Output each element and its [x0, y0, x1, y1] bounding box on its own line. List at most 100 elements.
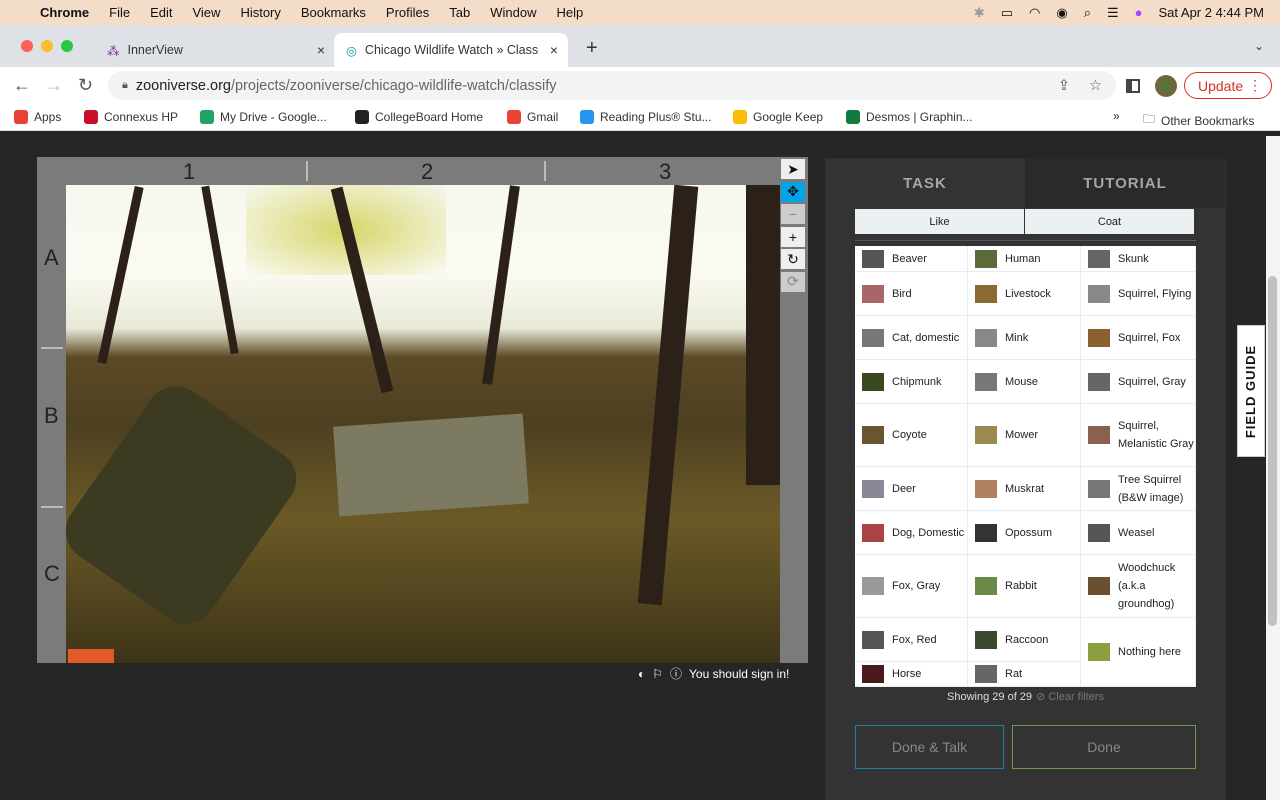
species-option[interactable]: Muskrat — [968, 467, 1081, 511]
clock[interactable]: Sat Apr 2 4:44 PM — [1158, 5, 1264, 20]
profile-avatar[interactable] — [1155, 74, 1177, 97]
species-option[interactable]: Beaver — [855, 246, 968, 272]
filter-like-button[interactable]: Like — [855, 209, 1025, 234]
species-option[interactable]: Chipmunk — [855, 360, 968, 404]
species-option[interactable]: Skunk — [1081, 246, 1196, 272]
clear-filters-link[interactable]: ⊘ Clear filters — [1036, 691, 1104, 703]
bookmark-item[interactable]: Google Keep — [733, 110, 823, 124]
side-panel-icon[interactable] — [1126, 78, 1140, 93]
search-icon[interactable]: ⌕ — [1084, 5, 1091, 21]
field-guide-tab[interactable]: FIELD GUIDE — [1237, 325, 1265, 457]
species-option[interactable]: Mink — [968, 316, 1081, 360]
minimize-window-button[interactable] — [41, 40, 53, 52]
species-option[interactable]: Fox, Gray — [855, 555, 968, 618]
species-option[interactable]: Horse — [855, 662, 968, 687]
done-button[interactable]: Done — [1012, 725, 1196, 769]
siri-icon[interactable]: ● — [1135, 5, 1143, 20]
menu-edit[interactable]: Edit — [150, 5, 172, 20]
species-option[interactable]: Mouse — [968, 360, 1081, 404]
done-and-talk-button[interactable]: Done & Talk — [855, 725, 1004, 769]
menu-help[interactable]: Help — [557, 5, 584, 20]
species-option[interactable]: Deer — [855, 467, 968, 511]
species-option[interactable]: Rabbit — [968, 555, 1081, 618]
species-thumbnail — [862, 665, 884, 683]
species-option[interactable]: Dog, Domestic — [855, 511, 968, 555]
species-option[interactable]: Rat — [968, 662, 1081, 687]
address-bar[interactable]: 🔒︎ zooniverse.org/projects/zooniverse/ch… — [108, 71, 1116, 100]
subject-viewer[interactable]: 1 2 3 A B C ➤ ✥ − + ↻ ⟳ — [37, 157, 808, 663]
zoom-in-icon[interactable]: + — [781, 226, 805, 247]
bookmark-item[interactable]: CollegeBoard Home — [355, 110, 483, 124]
species-option[interactable]: Squirrel, Melanistic Gray — [1081, 404, 1196, 467]
tab-tutorial[interactable]: TUTORIAL — [1025, 158, 1225, 208]
species-option[interactable]: Nothing here — [1081, 618, 1196, 687]
species-option[interactable]: Coyote — [855, 404, 968, 467]
species-option[interactable]: Livestock — [968, 272, 1081, 316]
scrollbar-thumb[interactable] — [1268, 276, 1277, 626]
bookmark-item[interactable]: Connexus HP — [84, 110, 178, 124]
species-option[interactable]: Cat, domestic — [855, 316, 968, 360]
species-option[interactable]: Opossum — [968, 511, 1081, 555]
menu-tab[interactable]: Tab — [449, 5, 470, 20]
species-option[interactable]: Bird — [855, 272, 968, 316]
back-icon[interactable]: ← — [13, 75, 31, 96]
menu-history[interactable]: History — [240, 5, 280, 20]
control-center-icon[interactable]: ☰ — [1107, 5, 1119, 21]
zoom-out-icon[interactable]: − — [781, 204, 805, 224]
bookmark-item[interactable]: My Drive - Google... — [200, 110, 327, 124]
species-option[interactable]: Fox, Red — [855, 618, 968, 662]
menu-bookmarks[interactable]: Bookmarks — [301, 5, 366, 20]
species-label: Woodchuck (a.k.a groundhog) — [1118, 562, 1176, 610]
species-option[interactable]: Squirrel, Fox — [1081, 316, 1196, 360]
species-option[interactable]: Weasel — [1081, 511, 1196, 555]
bluetooth-icon[interactable]: ✱ — [974, 5, 985, 21]
forward-icon[interactable]: → — [45, 75, 63, 96]
tab-search-chevron-icon[interactable]: ⌄ — [1254, 39, 1264, 53]
bookmark-star-icon[interactable]: ☆ — [1089, 78, 1102, 94]
new-tab-button[interactable]: + — [586, 37, 598, 60]
wifi-icon[interactable]: ◠ — [1029, 5, 1040, 21]
menu-profiles[interactable]: Profiles — [386, 5, 429, 20]
species-option[interactable]: Mower — [968, 404, 1081, 467]
sign-in-message[interactable]: You should sign in! — [689, 667, 789, 681]
close-tab-icon[interactable]: × — [317, 42, 325, 58]
more-menu-icon[interactable]: ⋮ — [1248, 77, 1262, 94]
rotate-icon[interactable]: ↻ — [781, 249, 805, 269]
menu-app[interactable]: Chrome — [40, 5, 89, 20]
bookmark-item[interactable]: Desmos | Graphin... — [846, 110, 973, 124]
bookmark-item[interactable]: Reading Plus® Stu... — [580, 110, 712, 124]
maximize-window-button[interactable] — [61, 40, 73, 52]
menu-view[interactable]: View — [192, 5, 220, 20]
invert-contrast-icon[interactable]: ◐ — [638, 667, 645, 681]
close-tab-icon[interactable]: × — [550, 42, 558, 58]
annotate-pointer-icon[interactable]: ➤ — [781, 159, 805, 179]
camera-trap-photo[interactable] — [66, 185, 780, 663]
species-option[interactable]: Raccoon — [968, 618, 1081, 662]
menu-file[interactable]: File — [109, 5, 130, 20]
other-bookmarks[interactable]: 🗀 Other Bookmarks — [1143, 110, 1254, 131]
page-scrollbar[interactable] — [1266, 136, 1280, 800]
menu-window[interactable]: Window — [490, 5, 536, 20]
bookmark-item[interactable]: Gmail — [507, 110, 558, 124]
bookmark-item[interactable]: Apps — [14, 110, 61, 124]
info-icon[interactable]: ⓘ — [670, 665, 682, 682]
species-option[interactable]: Human — [968, 246, 1081, 272]
close-window-button[interactable] — [21, 40, 33, 52]
species-option[interactable]: Woodchuck (a.k.a groundhog) — [1081, 555, 1196, 618]
reset-icon[interactable]: ⟳ — [781, 271, 805, 292]
filter-coat-button[interactable]: Coat — [1025, 209, 1195, 234]
battery-icon[interactable]: ▭ — [1001, 5, 1013, 21]
bookmarks-overflow-icon[interactable]: » — [1113, 109, 1120, 123]
species-option[interactable]: Squirrel, Gray — [1081, 360, 1196, 404]
species-option[interactable]: Squirrel, Flying — [1081, 272, 1196, 316]
user-icon[interactable]: ◉ — [1056, 5, 1067, 21]
tab-task[interactable]: TASK — [825, 158, 1025, 208]
share-icon[interactable]: ⇪ — [1058, 78, 1070, 94]
pan-move-icon[interactable]: ✥ — [781, 181, 805, 202]
tab-chicago-wildlife-watch[interactable]: ◎ Chicago Wildlife Watch » Class × — [334, 33, 568, 67]
flag-icon[interactable]: ⚐ — [652, 667, 663, 681]
tab-innerview[interactable]: ⁂ InnerView × — [95, 33, 335, 67]
species-option[interactable]: Tree Squirrel (B&W image) — [1081, 467, 1196, 511]
reload-icon[interactable]: ↻ — [78, 75, 93, 96]
update-button[interactable]: Update ⋮ — [1184, 72, 1272, 99]
